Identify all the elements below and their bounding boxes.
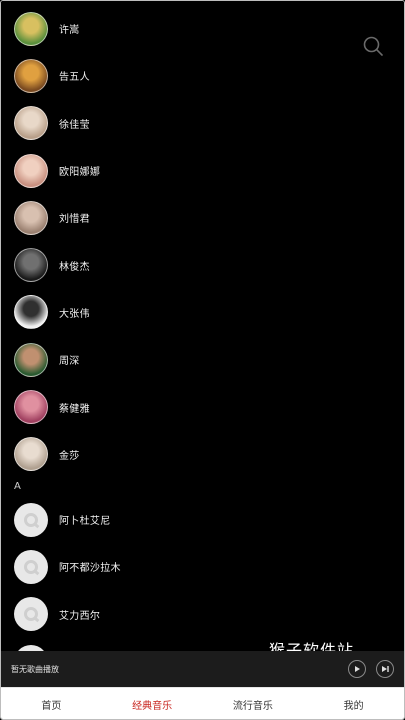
top-edge bbox=[1, 1, 404, 9]
play-icon bbox=[355, 666, 360, 672]
artist-name: 阿卜杜艾尼 bbox=[59, 516, 111, 528]
artist-row[interactable]: 林俊杰 bbox=[1, 241, 404, 288]
next-track-icon bbox=[381, 666, 389, 672]
artist-row[interactable]: 阿不都沙拉木 bbox=[1, 543, 404, 590]
artist-row[interactable]: 周深 bbox=[1, 336, 404, 383]
tab-2[interactable]: 流行音乐 bbox=[203, 688, 304, 719]
artist-name: 刘惜君 bbox=[59, 214, 90, 226]
artist-name: 蔡健雅 bbox=[59, 403, 90, 415]
artist-name: 林俊杰 bbox=[59, 261, 90, 273]
artist-name: 欧阳娜娜 bbox=[59, 167, 101, 179]
artist-name: 周深 bbox=[59, 356, 80, 368]
artist-avatar bbox=[14, 248, 48, 283]
artist-row[interactable]: 艾力西尔 bbox=[1, 591, 404, 638]
tab-1[interactable]: 经典音乐 bbox=[102, 688, 203, 719]
artist-avatar bbox=[14, 58, 48, 93]
artist-avatar bbox=[14, 502, 48, 537]
artist-row[interactable]: 徐佳莹 bbox=[1, 100, 404, 147]
artist-row[interactable]: 告五人 bbox=[1, 52, 404, 99]
artist-avatar bbox=[14, 200, 48, 235]
artist-name: 告五人 bbox=[59, 72, 90, 84]
artist-row[interactable]: 大张伟 bbox=[1, 289, 404, 336]
artist-avatar bbox=[14, 295, 48, 330]
player-status: 暂无歌曲播放 bbox=[11, 664, 59, 674]
artist-avatar bbox=[14, 106, 48, 141]
artist-name: 阿不都沙拉木 bbox=[59, 563, 121, 575]
bottom-tab-bar: 首页 经典音乐 流行音乐 我的 bbox=[1, 687, 404, 719]
artist-name: 许嵩 bbox=[59, 25, 80, 37]
play-button[interactable] bbox=[348, 660, 366, 678]
artist-name: 艾力西尔 bbox=[59, 610, 101, 622]
search-icon[interactable] bbox=[362, 35, 384, 57]
tab-0[interactable]: 首页 bbox=[1, 688, 102, 719]
next-button[interactable] bbox=[376, 660, 394, 678]
app-frame: 许嵩告五人徐佳莹欧阳娜娜刘惜君林俊杰大张伟周深蔡健雅金莎 A 阿卜杜艾尼阿不都沙拉木… bbox=[0, 0, 405, 720]
artist-name: 大张伟 bbox=[59, 308, 90, 320]
default-avatar-icon bbox=[24, 512, 38, 527]
tab-3[interactable]: 我的 bbox=[303, 688, 404, 719]
artist-row[interactable]: 欧阳娜娜 bbox=[1, 147, 404, 194]
artist-avatar bbox=[14, 597, 48, 632]
artist-name: 徐佳莹 bbox=[59, 119, 90, 131]
artist-avatar bbox=[14, 390, 48, 425]
artist-avatar bbox=[14, 11, 48, 46]
artist-list[interactable]: 许嵩告五人徐佳莹欧阳娜娜刘惜君林俊杰大张伟周深蔡健雅金莎 A 阿卜杜艾尼阿不都沙拉木… bbox=[1, 5, 404, 685]
artist-row[interactable]: 刘惜君 bbox=[1, 194, 404, 241]
artist-row[interactable]: 金莎 bbox=[1, 431, 404, 478]
mini-player[interactable]: 暂无歌曲播放 bbox=[1, 651, 404, 687]
artist-avatar bbox=[14, 153, 48, 188]
artist-row[interactable]: 阿卜杜艾尼 bbox=[1, 496, 404, 543]
artist-name: 金莎 bbox=[59, 450, 80, 462]
artist-avatar bbox=[14, 437, 48, 472]
artist-avatar bbox=[14, 549, 48, 584]
default-avatar-icon bbox=[24, 559, 38, 574]
artist-row[interactable]: 蔡健雅 bbox=[1, 383, 404, 430]
artist-avatar bbox=[14, 342, 48, 377]
default-avatar-icon bbox=[24, 607, 38, 622]
artist-row[interactable]: 许嵩 bbox=[1, 5, 404, 52]
section-header-a: A bbox=[14, 481, 21, 493]
